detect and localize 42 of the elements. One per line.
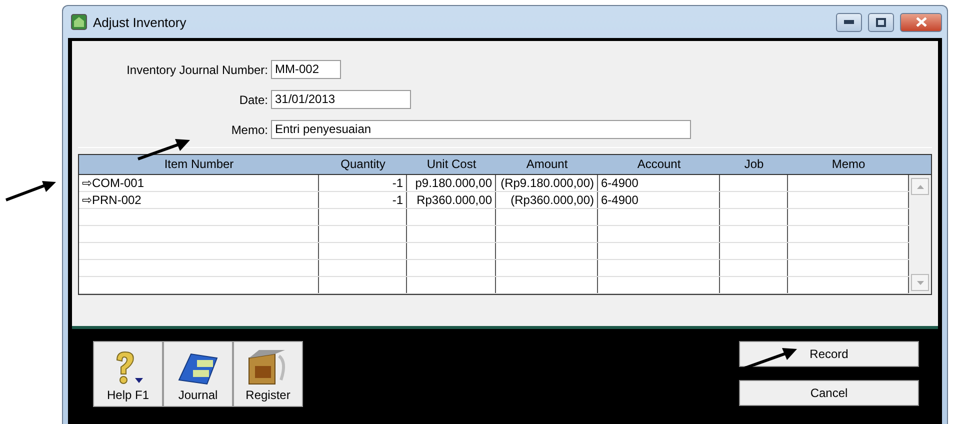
table-cell: (Rp9.180.000,00) (496, 175, 598, 191)
table-cell: -1 (319, 175, 407, 191)
annotation-arrow (138, 139, 190, 160)
input-field[interactable]: Entri penyesuaian (271, 120, 691, 139)
column-header: Memo (830, 156, 866, 173)
app-icon (71, 14, 87, 30)
action-button[interactable]: Record (739, 341, 919, 367)
input-field[interactable]: 31/01/2013 (271, 90, 411, 109)
input-field[interactable]: MM-002 (271, 60, 341, 79)
table-cell: 6-4900 (598, 192, 720, 208)
maximize-button[interactable] (868, 12, 894, 32)
annotation-arrow (6, 181, 56, 201)
annotation-arrow (745, 348, 797, 369)
table-cell: ⇨PRN-002 (79, 192, 319, 208)
field-label: Memo: (230, 122, 268, 136)
scroll-down-icon (916, 280, 924, 284)
column-header: Quantity (340, 156, 386, 173)
table-cell: 6-4900 (598, 175, 720, 191)
column-header: Job (743, 156, 765, 173)
minimize-icon (844, 20, 854, 24)
scrollbar[interactable] (909, 175, 931, 294)
scroll-up-icon (916, 184, 924, 188)
table-cell: p9.180.000,00 (407, 175, 496, 191)
window-title: Adjust Inventory (93, 14, 188, 30)
column-header: Unit Cost (426, 156, 478, 173)
column-header: Item Number (163, 156, 235, 173)
toolbar-button[interactable]: Journal (163, 341, 233, 407)
field-label: Date: (238, 92, 268, 106)
column-header: Amount (525, 156, 569, 173)
close-icon (916, 17, 926, 27)
close-button[interactable] (900, 12, 942, 32)
action-button[interactable]: Cancel (739, 380, 919, 406)
minimize-button[interactable] (836, 12, 862, 32)
column-header: Account (636, 156, 682, 173)
toolbar-button[interactable]: Register (233, 341, 303, 407)
table-cell: -1 (319, 192, 407, 208)
toolbar-button[interactable]: Help F1 (93, 341, 163, 407)
table-cell: ⇨COM-001 (79, 175, 319, 191)
maximize-icon (876, 18, 886, 26)
table-cell: Rp360.000,00 (407, 192, 496, 208)
field-label: Inventory Journal Number: (126, 62, 268, 76)
table-cell: (Rp360.000,00) (496, 192, 598, 208)
